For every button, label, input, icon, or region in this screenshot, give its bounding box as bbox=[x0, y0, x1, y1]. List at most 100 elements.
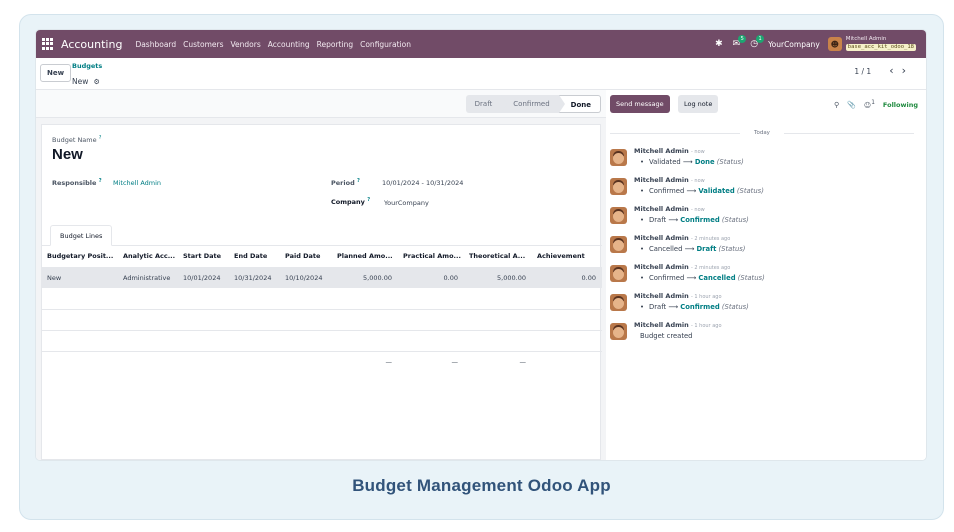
message-author[interactable]: Mitchell Admin - 1 hour ago bbox=[634, 321, 722, 329]
message-time: - 1 hour ago bbox=[691, 323, 722, 329]
breadcrumb-current: New bbox=[72, 77, 89, 87]
chevron-left-icon[interactable]: ‹ bbox=[889, 65, 893, 76]
debug-bug-icon[interactable]: ✱ bbox=[715, 39, 723, 49]
caption: Budget Management Odoo App bbox=[352, 476, 611, 495]
company-field[interactable]: YourCompany bbox=[384, 199, 429, 207]
pager-value[interactable]: 1 / 1 bbox=[854, 67, 871, 76]
app-name[interactable]: Accounting bbox=[61, 38, 122, 51]
user-avatar[interactable]: ☻ bbox=[827, 37, 842, 51]
menu-dashboard[interactable]: Dashboard bbox=[135, 40, 176, 49]
chatter-topbar: Send message Log note ⚲ 📎 ☺1 Following bbox=[606, 90, 926, 118]
message-author[interactable]: Mitchell Admin - 2 minutes ago bbox=[634, 234, 730, 242]
table-cell[interactable]: 0.00 bbox=[398, 267, 464, 288]
breadcrumb-budgets[interactable]: Budgets bbox=[72, 62, 102, 70]
apps-menu-icon[interactable] bbox=[42, 38, 54, 50]
menu-vendors[interactable]: Vendors bbox=[230, 40, 260, 49]
app-screenshot: Accounting Dashboard Customers Vendors A… bbox=[36, 30, 926, 460]
column-header[interactable]: Achievement bbox=[532, 246, 602, 268]
message-time: - now bbox=[691, 178, 705, 184]
message-author[interactable]: Mitchell Admin - 1 hour ago bbox=[634, 292, 722, 300]
message-time: - 1 hour ago bbox=[691, 294, 722, 300]
table-cell[interactable]: Administrative bbox=[118, 267, 178, 288]
activity-clock-icon[interactable]: ◷ 1 bbox=[750, 35, 765, 49]
status-done[interactable]: Done bbox=[558, 95, 601, 113]
budget-name-field[interactable]: New bbox=[52, 146, 83, 163]
menu-reporting[interactable]: Reporting bbox=[317, 40, 353, 49]
date-separator: Today bbox=[610, 129, 914, 137]
totals-row: — — — bbox=[42, 351, 602, 372]
send-message-button[interactable]: Send message bbox=[610, 95, 670, 113]
status-draft[interactable]: Draft bbox=[465, 95, 508, 113]
tracking-value: • Draft ⟶ Confirmed (Status) bbox=[640, 303, 749, 311]
author-avatar[interactable] bbox=[610, 265, 627, 282]
new-button[interactable]: New bbox=[40, 64, 72, 82]
column-header[interactable]: Paid Date bbox=[280, 246, 332, 268]
responsible-field[interactable]: Mitchell Admin bbox=[113, 179, 161, 187]
table-cell[interactable]: 0.00 bbox=[532, 267, 602, 288]
table-cell[interactable]: 10/01/2024 bbox=[178, 267, 229, 288]
message-time: - now bbox=[691, 207, 705, 213]
message-author[interactable]: Mitchell Admin - now bbox=[634, 205, 705, 213]
message-author[interactable]: Mitchell Admin - 2 minutes ago bbox=[634, 263, 730, 271]
table-row[interactable]: New Administrative 10/01/2024 10/31/2024… bbox=[42, 267, 602, 288]
chatter-message: Mitchell Admin - 1 hour ago Budget creat… bbox=[610, 321, 910, 347]
gear-icon[interactable]: ⚙ bbox=[93, 78, 99, 86]
company-label: Company ? bbox=[331, 197, 371, 207]
messages-icon[interactable]: ✉ 5 bbox=[733, 35, 747, 49]
chatter-message: Mitchell Admin - now • Draft ⟶ Confirmed … bbox=[610, 205, 910, 231]
status-draft-label: Draft bbox=[474, 100, 493, 108]
chatter-message: Mitchell Admin - 2 minutes ago • Confirme… bbox=[610, 263, 910, 289]
table-cell[interactable]: 5,000.00 bbox=[464, 267, 532, 288]
tracking-value: • Draft ⟶ Confirmed (Status) bbox=[640, 216, 749, 224]
paperclip-icon[interactable]: 📎 bbox=[847, 101, 856, 109]
arrow-right-icon: ⟶ bbox=[668, 303, 679, 311]
table-cell[interactable]: 10/31/2024 bbox=[229, 267, 280, 288]
arrow-right-icon: ⟶ bbox=[686, 187, 697, 195]
status-confirmed[interactable]: Confirmed bbox=[501, 95, 565, 113]
menu-customers[interactable]: Customers bbox=[183, 40, 223, 49]
search-icon[interactable]: ⚲ bbox=[834, 101, 839, 109]
chatter-message: Mitchell Admin - 1 hour ago • Draft ⟶ Con… bbox=[610, 292, 910, 318]
column-header[interactable]: Start Date bbox=[178, 246, 229, 268]
author-avatar[interactable] bbox=[610, 323, 627, 340]
author-avatar[interactable] bbox=[610, 236, 627, 253]
column-header[interactable]: Practical Amo... bbox=[398, 246, 464, 268]
column-header[interactable]: Analytic Acc... bbox=[118, 246, 178, 268]
chatter-message: Mitchell Admin - now • Validated ⟶ Done (… bbox=[610, 147, 910, 173]
company-switcher[interactable]: YourCompany bbox=[768, 40, 820, 49]
column-header[interactable]: Theoretical A... bbox=[464, 246, 532, 268]
top-navbar: Accounting Dashboard Customers Vendors A… bbox=[36, 30, 926, 58]
tracking-value: • Confirmed ⟶ Cancelled (Status) bbox=[640, 274, 765, 282]
chevron-right-icon[interactable]: › bbox=[902, 65, 906, 76]
author-avatar[interactable] bbox=[610, 294, 627, 311]
message-author[interactable]: Mitchell Admin - now bbox=[634, 176, 705, 184]
author-avatar[interactable] bbox=[610, 149, 627, 166]
status-confirmed-label: Confirmed bbox=[513, 100, 550, 108]
table-cell[interactable]: 10/10/2024 bbox=[280, 267, 332, 288]
statusbar: Draft Confirmed Done bbox=[36, 90, 606, 118]
chatter-actions: ⚲ 📎 ☺1 Following bbox=[826, 100, 918, 109]
menu-accounting[interactable]: Accounting bbox=[268, 40, 310, 49]
column-header[interactable]: Budgetary Posit... bbox=[42, 246, 118, 268]
column-header[interactable]: Planned Amo... bbox=[332, 246, 398, 268]
following-button[interactable]: Following bbox=[883, 101, 918, 109]
tab-budget-lines[interactable]: Budget Lines bbox=[50, 225, 113, 246]
empty-row bbox=[42, 309, 602, 331]
activity-badge: 1 bbox=[756, 35, 765, 43]
tracking-value: • Confirmed ⟶ Validated (Status) bbox=[640, 187, 764, 195]
arrow-right-icon: ⟶ bbox=[682, 158, 693, 166]
column-header[interactable]: End Date bbox=[229, 246, 280, 268]
message-text: Budget created bbox=[640, 332, 693, 340]
author-avatar[interactable] bbox=[610, 207, 627, 224]
budget-name-label: Budget Name ? bbox=[52, 135, 102, 145]
menu-configuration[interactable]: Configuration bbox=[360, 40, 411, 49]
log-note-button[interactable]: Log note bbox=[678, 95, 719, 113]
followers-icon[interactable]: ☺1 bbox=[864, 100, 875, 109]
author-avatar[interactable] bbox=[610, 178, 627, 195]
table-cell[interactable]: 5,000.00 bbox=[332, 267, 398, 288]
user-menu[interactable]: Mitchell Admin base_acc_kit_odoo_18 bbox=[845, 36, 916, 51]
table-cell[interactable]: New bbox=[42, 267, 118, 288]
message-author[interactable]: Mitchell Admin - now bbox=[634, 147, 705, 155]
period-field[interactable]: 10/01/2024 - 10/31/2024 bbox=[382, 179, 463, 187]
chatter: Send message Log note ⚲ 📎 ☺1 Following T… bbox=[606, 90, 926, 460]
